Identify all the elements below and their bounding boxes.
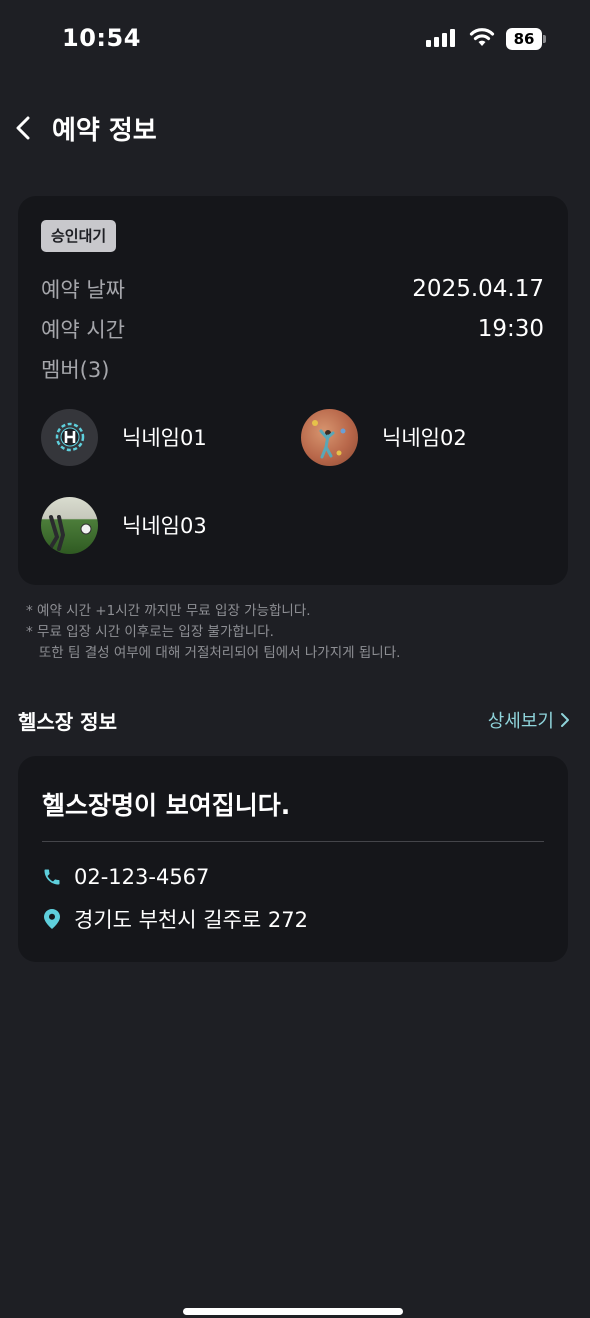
- home-indicator: [183, 1308, 403, 1315]
- reservation-time-row: 예약 시간 19:30: [41, 314, 544, 344]
- signal-icon: [426, 29, 455, 47]
- gym-address: 경기도 부천시 길주로 272: [74, 908, 308, 932]
- wifi-icon: [469, 28, 495, 46]
- members-label: 멤버(3): [41, 358, 110, 382]
- member-item[interactable]: 닉네임03: [41, 496, 207, 554]
- gym-phone-row[interactable]: 02-123-4567: [42, 862, 209, 892]
- avatar: [41, 408, 98, 466]
- battery-icon: 86: [506, 28, 546, 50]
- date-value: 2025.04.17: [412, 276, 544, 302]
- notice-text: * 예약 시간 +1시간 까지만 무료 입장 가능합니다. * 무료 입장 시간…: [26, 601, 400, 664]
- time-label: 예약 시간: [41, 318, 125, 342]
- chevron-left-icon: [16, 116, 30, 140]
- soccer-figure-icon: [49, 514, 92, 551]
- chevron-right-icon: [561, 713, 569, 727]
- logo-icon: [55, 422, 84, 452]
- header: 예약 정보: [0, 100, 590, 156]
- member-name: 닉네임03: [122, 514, 207, 538]
- phone-icon: [42, 865, 62, 889]
- member-name: 닉네임02: [382, 426, 467, 450]
- notice-line: 또한 팀 결성 여부에 대해 거절처리되어 팀에서 나가지게 됩니다.: [26, 645, 401, 661]
- status-badge: 승인대기: [41, 220, 117, 252]
- view-details-label: 상세보기: [487, 711, 554, 732]
- avatar: [301, 408, 358, 466]
- member-item[interactable]: 닉네임02: [301, 408, 467, 466]
- gym-name: 헬스장명이 보여집니다.: [42, 791, 291, 820]
- reservation-card: 승인대기 예약 날짜 2025.04.17 예약 시간 19:30 멤버(3) …: [18, 196, 568, 585]
- gym-info-card: 헬스장명이 보여집니다. 02-123-4567 경기도 부천시 길주로 272: [18, 756, 568, 962]
- status-time: 10:54: [62, 24, 141, 52]
- notice-line: * 예약 시간 +1시간 까지만 무료 입장 가능합니다.: [26, 603, 311, 619]
- back-button[interactable]: [8, 108, 38, 148]
- climber-figure-icon: [312, 419, 346, 458]
- time-value: 19:30: [477, 316, 544, 342]
- view-details-link[interactable]: 상세보기: [488, 707, 570, 733]
- divider: [42, 841, 544, 842]
- notice-line: * 무료 입장 시간 이후로는 입장 불가합니다.: [26, 624, 274, 640]
- member-name: 닉네임01: [122, 426, 207, 450]
- location-pin-icon: [42, 907, 62, 931]
- reservation-date-row: 예약 날짜 2025.04.17: [41, 274, 544, 304]
- avatar: [41, 496, 98, 554]
- date-label: 예약 날짜: [41, 278, 125, 302]
- gym-section-title: 헬스장 정보: [18, 710, 117, 734]
- gym-address-row[interactable]: 경기도 부천시 길주로 272: [42, 904, 308, 934]
- status-bar: 10:54 86: [0, 0, 590, 80]
- gym-phone: 02-123-4567: [74, 865, 210, 889]
- member-item[interactable]: 닉네임01: [41, 408, 207, 466]
- page-title: 예약 정보: [52, 116, 157, 146]
